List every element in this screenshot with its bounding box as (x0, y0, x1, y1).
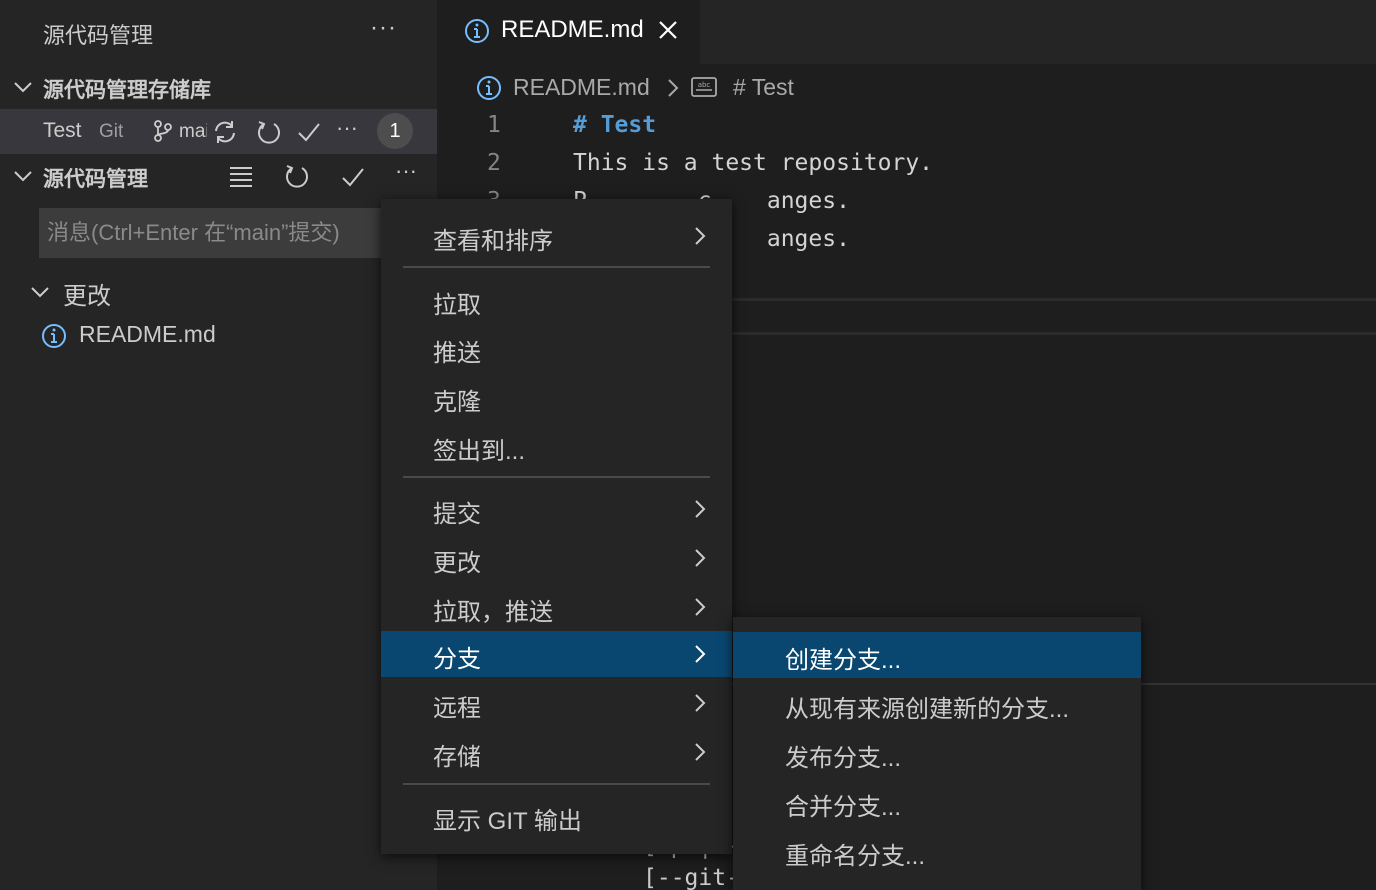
branch-name[interactable]: main (179, 121, 207, 143)
menu-item-clone[interactable]: 克隆 (381, 374, 732, 420)
changed-file-name: README.md (79, 321, 216, 347)
branch-submenu: 创建分支... 从现有来源创建新的分支... 发布分支... 合并分支... 重… (733, 617, 1141, 890)
svg-text:abc: abc (698, 81, 711, 89)
menu-item-label: 推送 (433, 340, 481, 367)
chevron-right-icon (668, 79, 679, 97)
branch-icon[interactable] (152, 119, 174, 143)
menu-item-push[interactable]: 推送 (381, 325, 732, 371)
info-icon (42, 324, 66, 348)
menu-item-label: 查看和排序 (433, 228, 553, 255)
menu-item-label: 创建分支... (785, 647, 902, 674)
repository-name: Test (43, 119, 82, 142)
chevron-down-icon (14, 82, 32, 93)
editor-tab-readme[interactable]: README.md (437, 0, 700, 64)
menu-separator (403, 783, 710, 785)
changed-file-row[interactable]: README.md (0, 318, 437, 356)
menu-item-label: 提交 (433, 501, 481, 528)
repository-type: Git (99, 121, 124, 142)
submenu-item-merge-branch[interactable]: 合并分支... (733, 779, 1141, 825)
menu-separator (403, 476, 710, 478)
list-view-icon[interactable] (228, 163, 254, 189)
submenu-item-rename-branch[interactable]: 重命名分支... (733, 828, 1141, 874)
menu-item-label: 拉取，推送 (433, 599, 553, 626)
refresh-icon[interactable] (283, 162, 311, 190)
repositories-section-label: 源代码管理存储库 (43, 79, 211, 102)
chevron-right-icon (695, 598, 706, 616)
menu-separator (403, 266, 710, 268)
scm-more-icon[interactable]: ··· (395, 158, 417, 184)
breadcrumb-file[interactable]: README.md (513, 74, 650, 101)
menu-item-label: 远程 (433, 695, 481, 722)
repository-row[interactable]: Test Git main ··· (0, 109, 437, 154)
changes-group-label: 更改 (63, 283, 111, 310)
chevron-right-icon (695, 694, 706, 712)
menu-item-changes[interactable]: 更改 (381, 535, 732, 581)
markdown-heading: # Test (573, 112, 657, 138)
sync-icon[interactable] (212, 119, 238, 145)
menu-item-checkout-to[interactable]: 签出到... (381, 423, 732, 469)
menu-item-commit[interactable]: 提交 (381, 486, 732, 532)
chevron-down-icon (14, 171, 32, 182)
menu-item-label: 拉取 (433, 292, 481, 319)
menu-item-label: 重命名分支... (785, 843, 926, 870)
submenu-item-publish-branch[interactable]: 发布分支... (733, 730, 1141, 776)
close-icon[interactable] (655, 17, 681, 43)
info-icon (477, 76, 501, 100)
line-text: # Test (573, 112, 656, 138)
info-icon (465, 19, 489, 43)
breadcrumb-symbol[interactable]: # Test (733, 74, 794, 101)
commit-check-icon[interactable] (340, 164, 366, 190)
scm-context-menu: 查看和排序 拉取 推送 克隆 签出到... 提交 更改 拉取，推送 分支 远程 … (381, 199, 732, 854)
menu-item-stash[interactable]: 存储 (381, 729, 732, 775)
menu-item-label: 发布分支... (785, 745, 902, 772)
refresh-icon[interactable] (255, 118, 283, 146)
submenu-item-create-branch-from[interactable]: 从现有来源创建新的分支... (733, 681, 1141, 727)
scm-section-header[interactable]: 源代码管理 (0, 157, 437, 197)
sidebar-header: 源代码管理 ··· (0, 0, 437, 64)
menu-item-pull[interactable]: 拉取 (381, 277, 732, 323)
menu-item-label: 合并分支... (785, 794, 902, 821)
chevron-right-icon (695, 743, 706, 761)
line-number: 1 (487, 112, 501, 138)
sidebar-title: 源代码管理 (43, 23, 154, 48)
more-actions-icon[interactable]: ··· (370, 14, 397, 42)
menu-item-label: 更改 (433, 550, 481, 577)
menu-item-remote[interactable]: 远程 (381, 680, 732, 726)
scm-section-label: 源代码管理 (43, 168, 148, 191)
chevron-right-icon (695, 500, 706, 518)
repository-more-icon[interactable]: ··· (336, 115, 358, 141)
commit-message-input[interactable] (39, 208, 437, 258)
line-number: 2 (487, 150, 501, 176)
chevron-right-icon (695, 645, 706, 663)
chevron-down-icon (31, 287, 49, 298)
editor-tab-bar: README.md (437, 0, 1376, 64)
string-symbol-icon: abc (691, 77, 717, 97)
submenu-item-create-branch[interactable]: 创建分支... (733, 632, 1141, 678)
menu-item-label: 分支 (433, 646, 481, 673)
menu-item-label: 克隆 (433, 389, 481, 416)
menu-item-view-and-sort[interactable]: 查看和排序 (381, 213, 732, 259)
line-text: This is a test repository. (573, 150, 934, 176)
menu-item-pull-push[interactable]: 拉取，推送 (381, 584, 732, 630)
scm-sidebar: 源代码管理 ··· 源代码管理存储库 Test Git main ··· 1 源… (0, 0, 437, 890)
menu-item-label: 签出到... (433, 438, 526, 465)
menu-item-label: 存储 (433, 744, 481, 771)
repositories-section-header[interactable]: 源代码管理存储库 (0, 68, 437, 108)
menu-item-label: 从现有来源创建新的分支... (785, 696, 1070, 723)
changes-group-header[interactable]: 更改 (0, 274, 437, 310)
code-line: 2 This is a test repository. (437, 150, 1376, 188)
commit-check-icon[interactable] (296, 119, 322, 145)
code-line: 1 # Test (437, 112, 1376, 150)
tab-title: README.md (501, 16, 644, 43)
chevron-right-icon (695, 549, 706, 567)
menu-item-label: 显示 GIT 输出 (433, 808, 582, 835)
menu-item-show-git-output[interactable]: 显示 GIT 输出 (381, 793, 732, 839)
breadcrumb: README.md abc # Test (437, 64, 1376, 110)
chevron-right-icon (695, 227, 706, 245)
menu-item-branch[interactable]: 分支 (381, 631, 732, 677)
changes-count-badge: 1 (377, 113, 413, 149)
